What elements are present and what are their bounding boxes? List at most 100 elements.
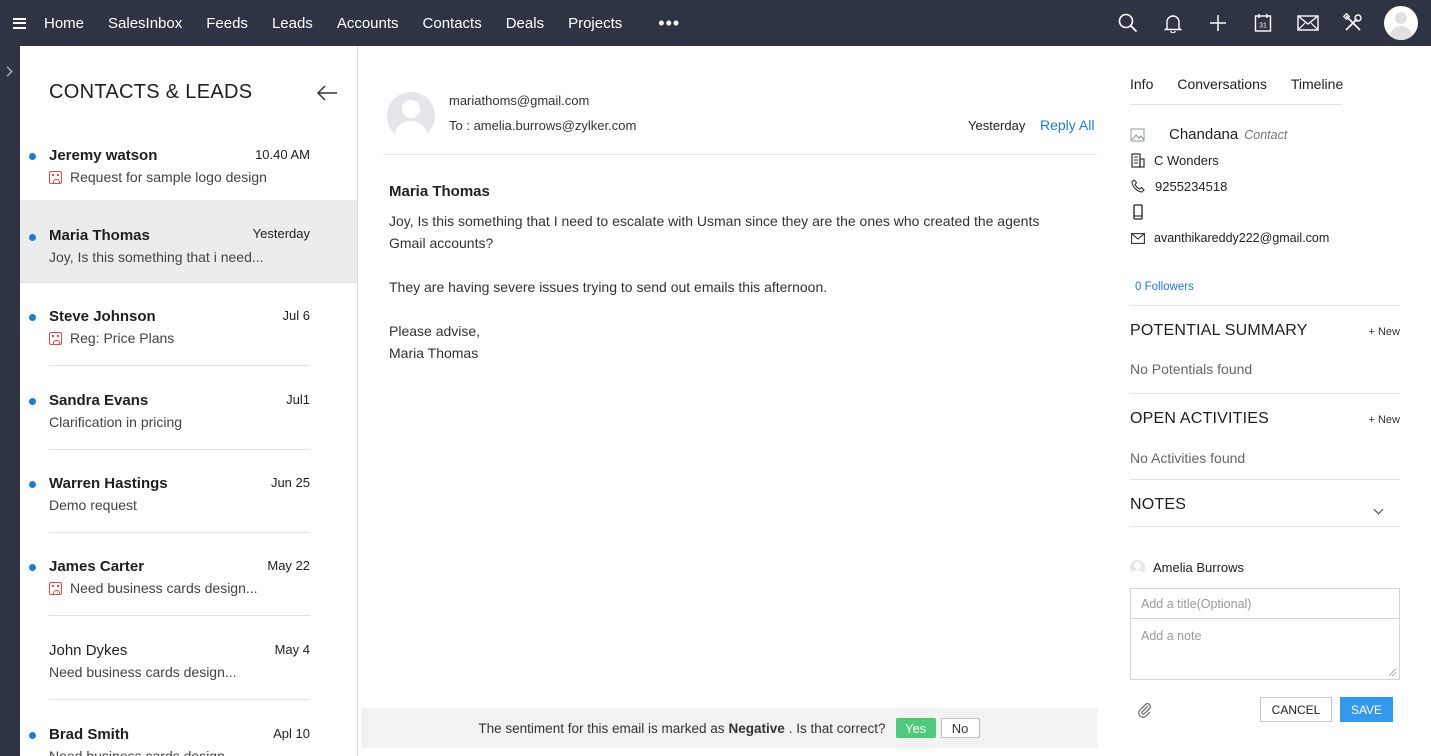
paperclip-icon[interactable] — [1137, 702, 1153, 718]
followers-link[interactable]: 0 Followers — [1135, 281, 1194, 293]
item-subject: Need business cards design... — [70, 580, 258, 596]
email-paragraph: They are having severe issues trying to … — [389, 279, 828, 295]
contact-email-row: avanthikareddy222@gmail.com — [1130, 230, 1329, 246]
contact-company: C Wonders — [1154, 152, 1219, 168]
mail-icon[interactable] — [1297, 12, 1319, 34]
note-textarea[interactable] — [1131, 619, 1399, 679]
tab-conversations[interactable]: Conversations — [1177, 76, 1267, 105]
unread-dot — [29, 398, 36, 405]
contact-name: Warren Hastings — [49, 475, 168, 492]
item-date: May 4 — [274, 642, 310, 657]
unread-dot — [29, 153, 36, 160]
search-icon[interactable] — [1117, 12, 1139, 34]
nav-accounts[interactable]: Accounts — [337, 15, 399, 32]
info-tabs: Info Conversations Timeline — [1130, 76, 1367, 105]
notes-chevron-down-icon[interactable] — [1373, 504, 1384, 515]
sender-avatar — [387, 92, 435, 140]
new-activity-button[interactable]: + New — [1369, 414, 1401, 426]
tab-timeline[interactable]: Timeline — [1291, 76, 1343, 105]
save-button[interactable]: SAVE — [1340, 697, 1393, 722]
nav-leads[interactable]: Leads — [272, 15, 313, 32]
item-subject: Joy, Is this something that i need... — [49, 249, 264, 265]
back-arrow-icon[interactable] — [316, 84, 338, 102]
unread-dot — [29, 234, 36, 241]
contact-name: Jeremy watson — [49, 147, 158, 164]
tab-info[interactable]: Info — [1130, 76, 1154, 105]
list-item[interactable]: Brad Smith Apl 10 Need business cards de… — [20, 701, 357, 756]
list-item[interactable]: James Carter May 22 Need business cards … — [20, 533, 357, 616]
email-view: mariathoms@gmail.com To : amelia.burrows… — [359, 46, 1111, 756]
contact-type: Contact — [1244, 127, 1288, 142]
contact-photo-icon — [1130, 127, 1146, 143]
item-subject: Request for sample logo design — [70, 169, 267, 185]
sentiment-no-button[interactable]: No — [940, 718, 980, 738]
email-paragraph: Joy, Is this something that I need to es… — [389, 213, 1040, 251]
nav-deals[interactable]: Deals — [506, 15, 544, 32]
calendar-day: 31 — [1259, 23, 1267, 30]
note-title-input[interactable] — [1131, 589, 1399, 619]
unread-dot — [29, 314, 36, 321]
contact-name[interactable]: Chandana — [1169, 126, 1238, 143]
email-to: To : amelia.burrows@zylker.com — [449, 118, 637, 133]
phone-icon — [1130, 178, 1146, 194]
notes-title: NOTES — [1130, 496, 1187, 513]
open-activities-title: OPEN ACTIVITIES — [1130, 410, 1270, 427]
contact-name: James Carter — [49, 558, 145, 575]
unread-dot — [29, 732, 36, 739]
item-subject: Need business cards design... — [49, 748, 237, 756]
top-nav-bar: Home SalesInbox Feeds Leads Accounts Con… — [0, 0, 1431, 46]
contact-name: Sandra Evans — [49, 392, 149, 409]
list-item[interactable]: Steve Johnson Jul 6 Reg: Price Plans — [20, 283, 357, 366]
potential-summary-title: POTENTIAL SUMMARY — [1130, 322, 1308, 339]
contact-mobile-row — [1130, 204, 1154, 220]
nav-salesinbox[interactable]: SalesInbox — [108, 15, 182, 32]
list-item[interactable]: John Dykes May 4 Need business cards des… — [20, 617, 357, 700]
item-subject: Need business cards design... — [49, 664, 237, 680]
list-title: CONTACTS & LEADS — [49, 81, 253, 103]
unread-dot — [29, 564, 36, 571]
contact-company-row: C Wonders — [1130, 152, 1219, 168]
plus-icon[interactable] — [1207, 12, 1229, 34]
item-date: May 22 — [267, 558, 310, 573]
contact-name: Steve Johnson — [49, 308, 156, 325]
resize-handle[interactable] — [1389, 669, 1396, 676]
contact-phone[interactable]: 9255234518 — [1155, 179, 1227, 194]
sentiment-yes-button[interactable]: Yes — [895, 718, 936, 738]
item-date: 10.40 AM — [255, 147, 310, 162]
item-date: Jul 6 — [282, 308, 310, 323]
contact-email[interactable]: avanthikareddy222@gmail.com — [1154, 231, 1329, 245]
calendar-icon[interactable]: 31 — [1252, 12, 1274, 34]
nav-home[interactable]: Home — [44, 15, 84, 32]
building-icon — [1130, 152, 1146, 168]
menu-icon[interactable] — [0, 0, 38, 46]
list-item[interactable]: Jeremy watson 10.40 AM Request for sampl… — [20, 122, 357, 205]
item-date: Apl 10 — [273, 726, 310, 741]
nav-projects[interactable]: Projects — [568, 15, 622, 32]
item-date: Yesterday — [252, 226, 310, 241]
note-editor — [1130, 588, 1400, 680]
note-author: Amelia Burrows — [1130, 560, 1244, 575]
nav-feeds[interactable]: Feeds — [206, 15, 248, 32]
info-panel: Info Conversations Timeline Chandana Con… — [1111, 46, 1431, 756]
list-item[interactable]: Warren Hastings Jun 25 Demo request — [20, 450, 357, 533]
more-icon[interactable]: ••• — [658, 14, 680, 32]
email-body: Joy, Is this something that I need to es… — [389, 210, 1049, 364]
list-item-selected[interactable]: Maria Thomas Yesterday Joy, Is this some… — [20, 200, 357, 283]
user-avatar[interactable] — [1384, 6, 1418, 40]
expand-chevron-icon[interactable] — [2, 66, 13, 77]
email-signoff: Please advise, — [389, 323, 481, 339]
bell-icon[interactable] — [1162, 12, 1184, 34]
contact-name: Maria Thomas — [49, 227, 150, 244]
mobile-icon — [1130, 204, 1146, 220]
tools-icon[interactable] — [1342, 12, 1364, 34]
contact-name: Brad Smith — [49, 726, 130, 743]
list-item[interactable]: Sandra Evans Jul1 Clarification in prici… — [20, 367, 357, 450]
reply-all-link[interactable]: Reply All — [1040, 117, 1094, 133]
item-subject: Demo request — [49, 497, 137, 513]
item-subject: Clarification in pricing — [49, 414, 183, 430]
new-potential-button[interactable]: + New — [1369, 326, 1401, 338]
note-author-name: Amelia Burrows — [1153, 560, 1245, 575]
email-icon — [1130, 230, 1146, 246]
nav-contacts[interactable]: Contacts — [423, 15, 482, 32]
cancel-button[interactable]: CANCEL — [1260, 697, 1332, 722]
